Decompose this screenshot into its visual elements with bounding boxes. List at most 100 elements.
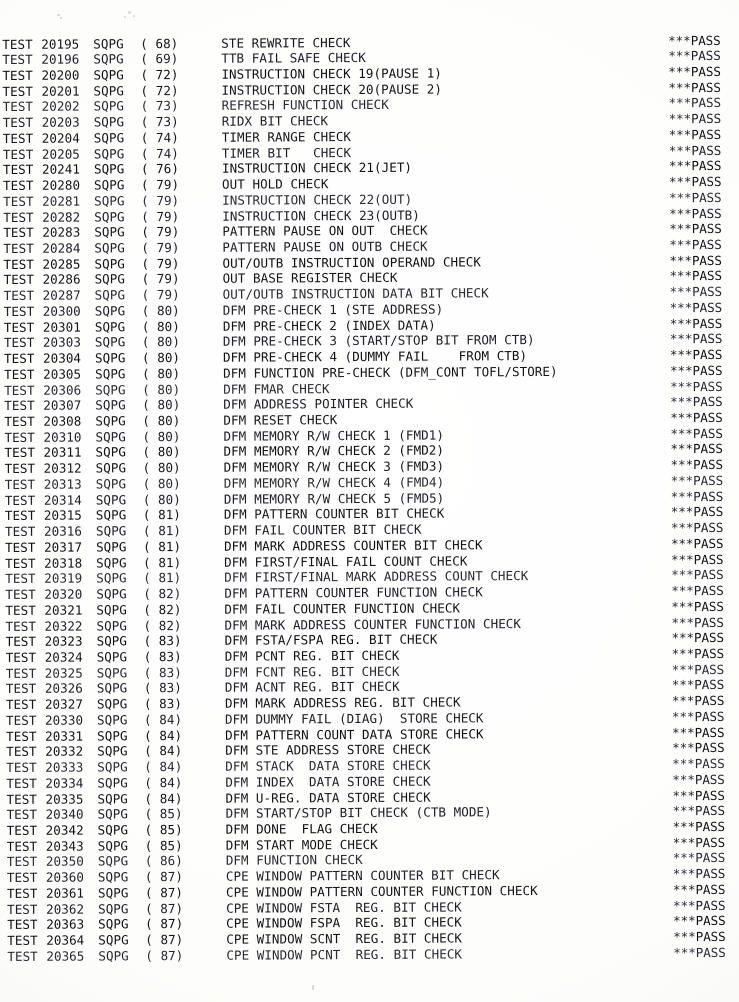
- row-group-number: ( 87): [145, 947, 184, 964]
- row-test-number: 20314: [43, 492, 82, 508]
- row-result-status: ***PASS: [668, 48, 721, 64]
- row-program-name: SQPG: [95, 491, 127, 508]
- row-group-number: ( 87): [144, 869, 183, 885]
- scan-speck: [312, 985, 314, 990]
- row-test-label: TEST: [4, 492, 36, 508]
- row-description: DFM FCNT REG. BIT CHECK: [224, 663, 400, 680]
- row-test-number: 20360: [45, 869, 84, 885]
- row-description: INSTRUCTION CHECK 19(PAUSE 1): [221, 65, 442, 82]
- row-description: CPE WINDOW SCNT REG. BIT CHECK: [226, 930, 462, 947]
- row-description: DFM ADDRESS POINTER CHECK: [223, 395, 414, 413]
- row-group-number: ( 83): [143, 696, 182, 712]
- row-program-name: SQPG: [94, 208, 125, 224]
- row-program-name: SQPG: [96, 664, 128, 681]
- row-description: DFM FIRST/FINAL FAIL COUNT CHECK: [224, 552, 468, 570]
- row-test-label: TEST: [7, 901, 38, 917]
- row-description: REFRESH FUNCTION CHECK: [221, 97, 389, 114]
- row-test-label: TEST: [5, 539, 36, 555]
- row-description: INSTRUCTION CHECK 23(OUTB): [222, 207, 420, 224]
- row-description: DFM INDEX DATA STORE CHECK: [225, 773, 431, 790]
- row-result-status: ***PASS: [672, 803, 725, 819]
- row-result-status: ***PASS: [668, 142, 722, 158]
- row-description: DFM PRE-CHECK 3 (START/STOP BIT FROM CTB…: [222, 332, 535, 350]
- row-test-number: 20325: [44, 665, 83, 681]
- row-program-name: SQPG: [93, 82, 124, 99]
- row-test-label: TEST: [3, 225, 34, 241]
- row-program-name: SQPG: [97, 727, 128, 744]
- row-test-number: 20283: [42, 224, 81, 241]
- row-group-number: ( 82): [143, 586, 182, 602]
- row-result-status: ***PASS: [669, 315, 723, 331]
- row-test-number: 20300: [42, 303, 81, 319]
- row-program-name: SQPG: [97, 822, 129, 838]
- row-test-label: TEST: [5, 555, 36, 571]
- row-test-label: TEST: [7, 932, 38, 949]
- row-group-number: ( 87): [144, 884, 184, 901]
- row-test-label: TEST: [2, 36, 33, 52]
- row-test-number: 20313: [43, 476, 82, 492]
- row-test-label: TEST: [5, 681, 37, 697]
- scan-speck: [124, 16, 126, 18]
- row-program-name: SQPG: [94, 240, 125, 256]
- row-group-number: ( 68): [140, 35, 179, 51]
- row-result-status: ***PASS: [672, 866, 726, 882]
- row-result-status: ***PASS: [670, 378, 723, 394]
- row-group-number: ( 83): [143, 664, 182, 680]
- row-group-number: ( 84): [144, 759, 183, 775]
- row-test-number: 20205: [41, 146, 80, 162]
- row-group-number: ( 79): [141, 287, 180, 303]
- row-description: OUT/OUTB INSTRUCTION OPERAND CHECK: [222, 254, 481, 271]
- row-result-status: ***PASS: [670, 520, 724, 536]
- row-test-label: TEST: [3, 272, 35, 288]
- row-test-label: TEST: [2, 99, 34, 115]
- row-test-label: TEST: [5, 665, 37, 681]
- row-result-status: ***PASS: [670, 441, 723, 457]
- row-group-number: ( 80): [142, 491, 181, 507]
- row-program-name: SQPG: [97, 743, 128, 759]
- row-test-number: 20334: [45, 775, 84, 791]
- row-result-status: ***PASS: [670, 504, 724, 520]
- row-description: OUT BASE REGISTER CHECK: [222, 270, 398, 287]
- row-group-number: ( 84): [144, 774, 183, 791]
- row-result-status: ***PASS: [668, 32, 721, 48]
- row-program-name: SQPG: [96, 586, 127, 602]
- row-group-number: ( 72): [140, 82, 179, 98]
- row-program-name: SQPG: [97, 838, 129, 854]
- row-result-status: ***PASS: [673, 913, 726, 929]
- row-program-name: SQPG: [93, 98, 125, 114]
- row-program-name: SQPG: [95, 523, 127, 539]
- row-description: DFM MEMORY R/W CHECK 3 (FMD3): [223, 458, 445, 475]
- row-test-label: TEST: [4, 523, 36, 540]
- row-description: DFM PCNT REG. BIT CHECK: [224, 647, 400, 664]
- row-group-number: ( 82): [143, 601, 182, 617]
- row-test-number: 20311: [43, 445, 82, 461]
- row-program-name: SQPG: [95, 460, 127, 476]
- row-test-number: 20364: [46, 932, 85, 948]
- row-description: DFM RESET CHECK: [223, 412, 338, 428]
- row-program-name: SQPG: [93, 145, 125, 162]
- row-result-status: ***PASS: [668, 63, 721, 80]
- row-test-number: 20361: [45, 885, 85, 901]
- row-test-number: 20340: [45, 806, 84, 823]
- row-test-number: 20196: [41, 51, 80, 67]
- row-group-number: ( 80): [142, 381, 181, 397]
- row-description: STE REWRITE CHECK: [221, 34, 351, 51]
- row-description: INSTRUCTION CHECK 22(OUT): [222, 191, 413, 208]
- row-test-label: TEST: [3, 240, 34, 256]
- row-test-number: 20284: [42, 240, 81, 256]
- row-test-label: TEST: [6, 775, 37, 791]
- row-test-label: TEST: [6, 838, 38, 854]
- row-description: DFM DONE FLAG CHECK: [225, 820, 378, 837]
- row-test-label: TEST: [7, 917, 38, 933]
- row-test-number: 20282: [42, 209, 81, 225]
- row-program-name: SQPG: [98, 948, 129, 964]
- row-test-label: TEST: [6, 744, 37, 760]
- row-result-status: ***PASS: [672, 787, 725, 803]
- row-test-label: TEST: [4, 382, 35, 398]
- row-group-number: ( 85): [144, 837, 183, 853]
- row-group-number: ( 76): [140, 161, 180, 177]
- row-program-name: SQPG: [93, 161, 125, 177]
- row-test-label: TEST: [4, 413, 35, 429]
- row-test-label: TEST: [3, 287, 35, 304]
- row-description: INSTRUCTION CHECK 20(PAUSE 2): [221, 81, 443, 98]
